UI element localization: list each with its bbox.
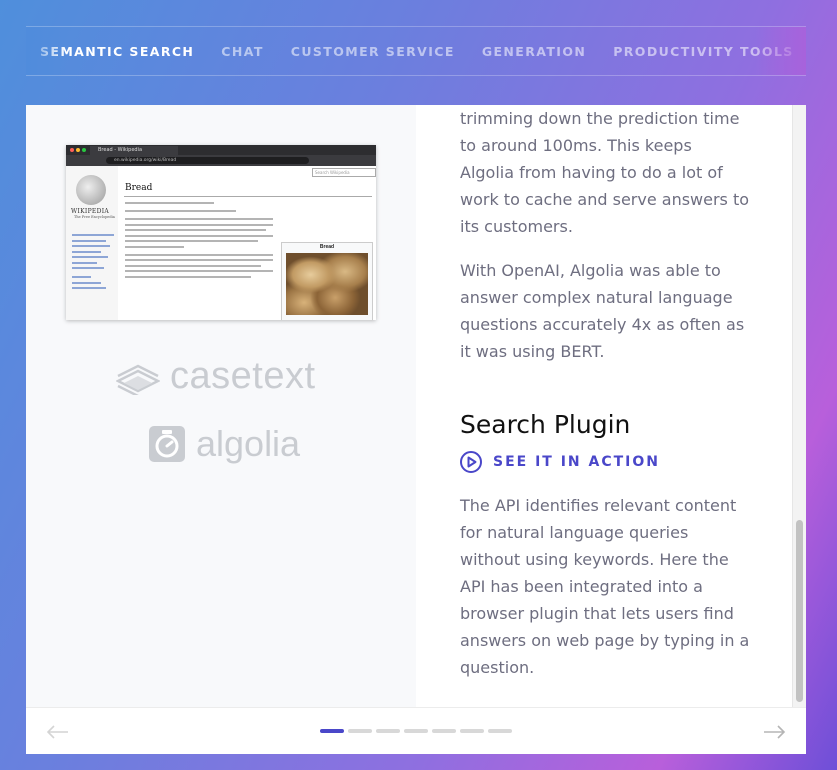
minimize-dot-icon (76, 148, 80, 152)
pagination-dots (320, 729, 512, 733)
pagination-dot[interactable] (432, 729, 456, 733)
browser-urlbar: en.wikipedia.org/wiki/Bread (66, 155, 376, 166)
algolia-wordmark: algolia (196, 423, 301, 464)
wiki-sidebar: WIKIPEDIA The Free Encyclopedia (66, 166, 118, 320)
use-case-tabs: SEMANTIC SEARCH CHAT CUSTOMER SERVICE GE… (26, 26, 806, 76)
wikipedia-page: WIKIPEDIA The Free Encyclopedia Search W… (66, 166, 376, 320)
tab-generation[interactable]: GENERATION (482, 44, 586, 59)
wiki-logo-tagline: The Free Encyclopedia (74, 215, 115, 219)
wiki-main: Search Wikipedia Bread Bread (124, 166, 376, 320)
play-icon (460, 451, 482, 473)
tab-chat[interactable]: CHAT (221, 44, 263, 59)
pagination-dot[interactable] (404, 729, 428, 733)
see-it-in-action-link[interactable]: SEE IT IN ACTION (460, 451, 660, 473)
bread-photo (286, 253, 368, 315)
browser-tabbar: Bread - Wikipedia (66, 145, 376, 155)
next-arrow-icon[interactable] (762, 720, 786, 744)
maximize-dot-icon (82, 148, 86, 152)
wikipedia-globe-icon (76, 175, 106, 205)
use-case-card: Bread - Wikipedia en.wikipedia.org/wiki/… (26, 105, 806, 754)
content-scrollbar[interactable] (792, 105, 806, 707)
wiki-side-links (72, 234, 114, 293)
prev-arrow-icon[interactable] (46, 720, 70, 744)
algolia-stopwatch-icon (149, 426, 185, 462)
tab-customer-service[interactable]: CUSTOMER SERVICE (291, 44, 455, 59)
wiki-title-rule (124, 196, 372, 197)
tabs-fade-left (26, 27, 66, 75)
pagination-dot[interactable] (488, 729, 512, 733)
body-paragraph-3: The API identifies relevant content for … (460, 496, 750, 677)
wiki-search-field: Search Wikipedia (312, 168, 376, 177)
wiki-logo-word: WIKIPEDIA (71, 208, 110, 215)
see-it-in-action-label: SEE IT IN ACTION (493, 454, 661, 470)
casetext-logo: casetext (116, 355, 316, 398)
right-pane-content: trimming down the prediction time to aro… (416, 105, 791, 707)
body-paragraph-1: trimming down the prediction time to aro… (460, 109, 750, 236)
infobox-label: Bread (319, 244, 335, 250)
wiki-article-title: Bread (125, 183, 153, 193)
casetext-stack-icon (116, 364, 160, 395)
browser-screenshot: Bread - Wikipedia en.wikipedia.org/wiki/… (66, 145, 376, 320)
tabs-fade-right (756, 27, 806, 75)
url-field: en.wikipedia.org/wiki/Bread (106, 157, 309, 164)
section-title: Search Plugin (460, 410, 631, 439)
tabs-track: SEMANTIC SEARCH CHAT CUSTOMER SERVICE GE… (40, 27, 806, 75)
body-paragraph-2: With OpenAI, Algolia was able to answer … (460, 261, 745, 361)
algolia-logo: algolia (148, 423, 300, 465)
casetext-wordmark: casetext (170, 355, 316, 397)
wiki-infobox: Bread (281, 242, 373, 320)
browser-tab-title: Bread - Wikipedia (90, 146, 178, 155)
pagination-dot[interactable] (460, 729, 484, 733)
pagination-dot[interactable] (348, 729, 372, 733)
close-dot-icon (70, 148, 74, 152)
wiki-text-lines (125, 202, 273, 281)
scrollbar-thumb[interactable] (796, 520, 803, 702)
carousel-nav (26, 707, 806, 754)
pagination-dot[interactable] (376, 729, 400, 733)
left-pane: Bread - Wikipedia en.wikipedia.org/wiki/… (26, 105, 416, 707)
pagination-dot[interactable] (320, 729, 344, 733)
